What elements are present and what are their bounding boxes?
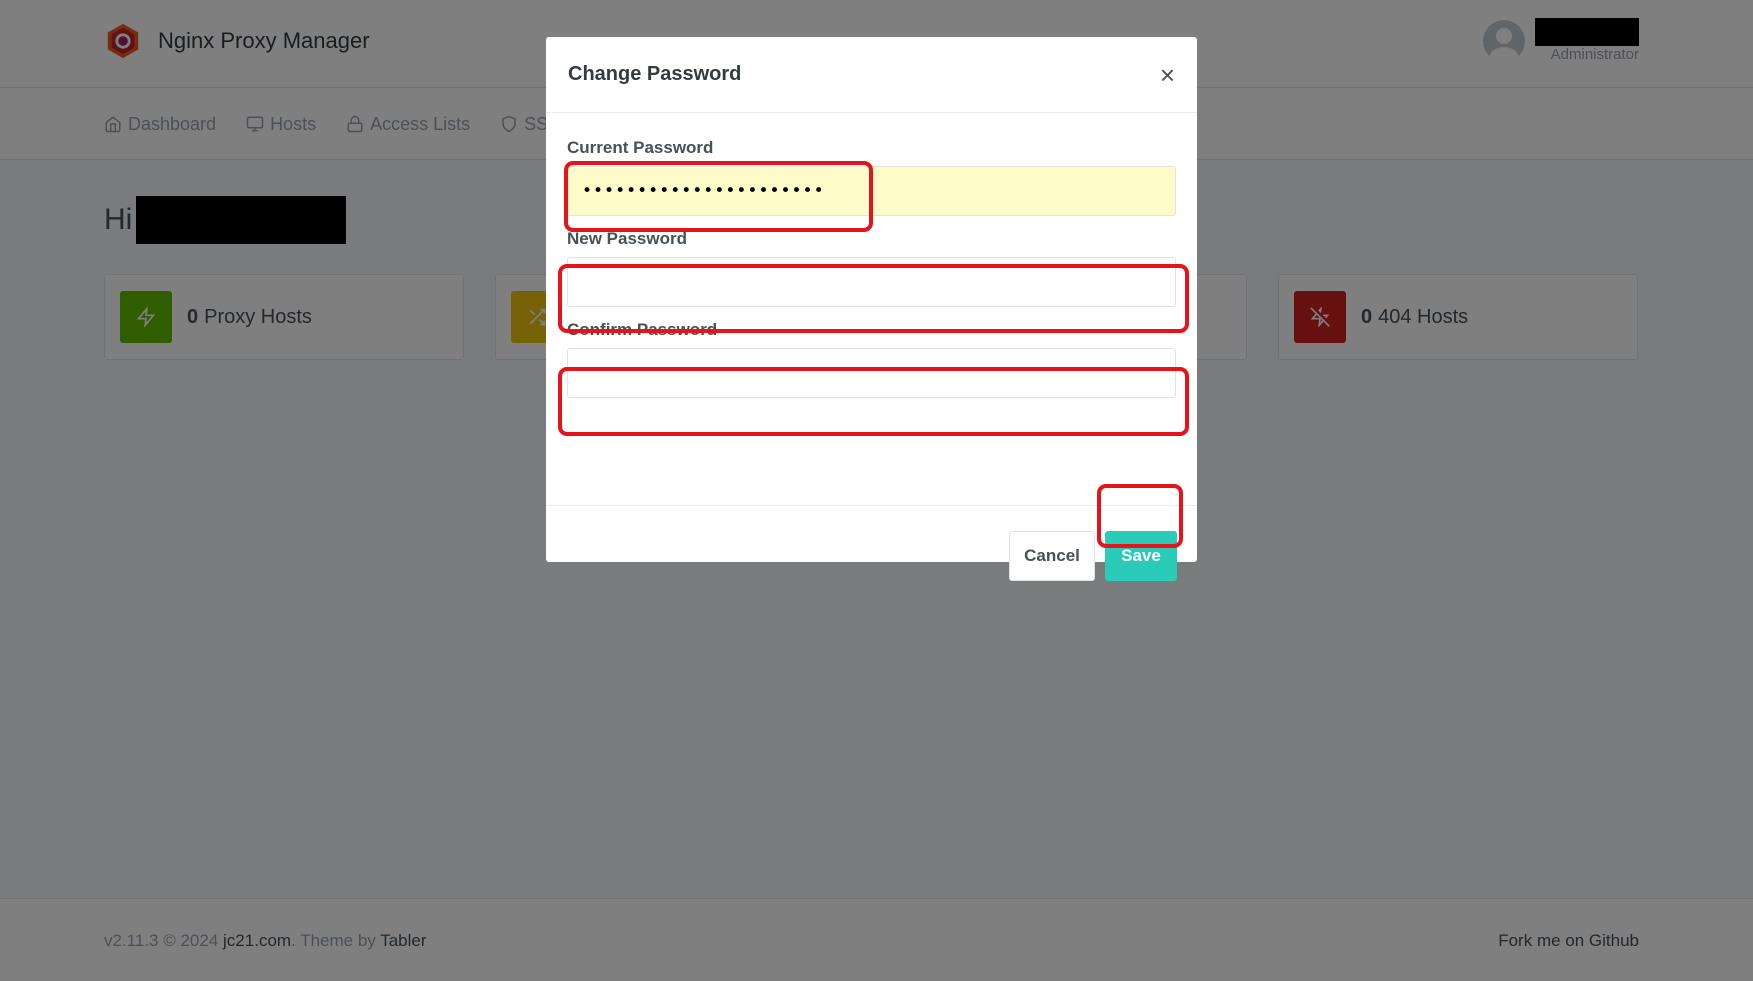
modal-body: Current Password •••••••••••••••••••••• … — [546, 113, 1197, 506]
new-password-label: New Password — [567, 229, 687, 248]
modal-header: Change Password × — [546, 37, 1197, 113]
close-icon[interactable]: × — [1160, 62, 1175, 88]
cancel-button[interactable]: Cancel — [1009, 531, 1095, 581]
current-password-field[interactable]: •••••••••••••••••••••• — [567, 166, 1176, 216]
modal-footer: Cancel Save — [546, 528, 1197, 584]
save-button[interactable]: Save — [1105, 531, 1177, 581]
new-password-field[interactable] — [567, 257, 1176, 307]
current-password-value: •••••••••••••••••••••• — [582, 181, 825, 201]
current-password-label: Current Password — [567, 138, 714, 157]
modal-title: Change Password — [568, 63, 742, 85]
change-password-modal: Change Password × Current Password •••••… — [546, 37, 1197, 581]
confirm-password-label: Confirm Password — [567, 320, 718, 339]
confirm-password-field[interactable] — [567, 348, 1176, 398]
